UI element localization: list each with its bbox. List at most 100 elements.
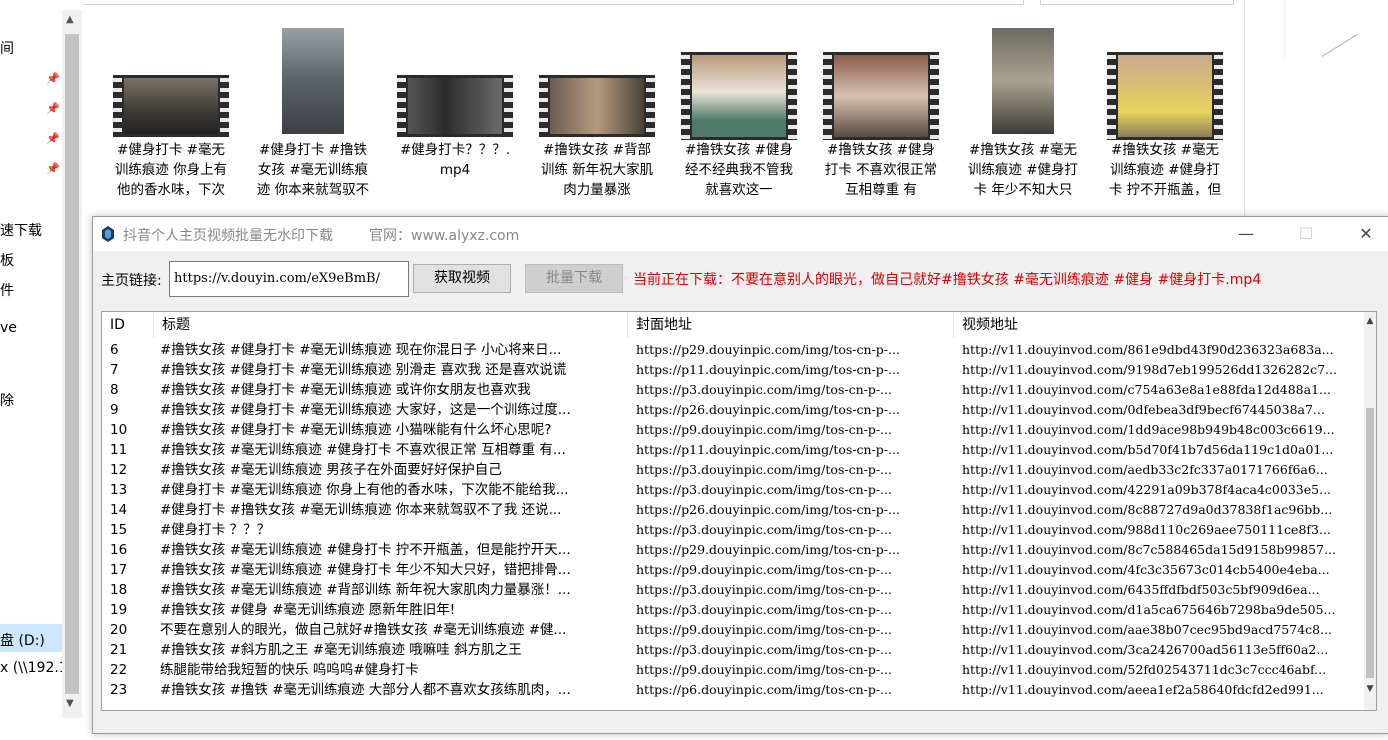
table-row[interactable]: 21 #撸铁女孩 #斜方肌之王 #毫无训练痕迹 哦嘛哇 斜方肌之王 https://…	[102, 640, 1364, 660]
row-video-url: http://v11.douyinvod.com/0dfebea3df9becf…	[962, 402, 1325, 417]
minimize-button[interactable]: —	[1223, 221, 1269, 247]
file-name: #撸铁女孩 #健身经不经典我不管我就喜欢这一	[685, 142, 793, 198]
file-name: #撸铁女孩 #毫无训练痕迹 #健身打卡 拧不开瓶盖，但是能拧	[1108, 142, 1222, 198]
row-cover-url: https://p3.douyinpic.com/img/tos-cn-p-..…	[636, 602, 892, 617]
table-row[interactable]: 20 不要在意别人的眼光，做自己就好#撸铁女孩 #毫无训练痕迹 #健... http…	[102, 620, 1364, 640]
file-item[interactable]: #撸铁女孩 #背部训练 新年祝大家肌肉力量暴涨	[532, 28, 662, 202]
table-row[interactable]: 16 #撸铁女孩 #毫无训练痕迹 #健身打卡 拧不开瓶盖，但是能拧开天... htt…	[102, 540, 1364, 560]
row-cover-url: https://p29.douyinpic.com/img/tos-cn-p-.…	[636, 542, 900, 557]
nav-item[interactable]: 间	[0, 38, 14, 58]
video-thumbnail	[681, 52, 797, 140]
scroll-down-icon[interactable]: ▼	[1364, 684, 1376, 694]
column-header-title[interactable]: 标题	[154, 312, 628, 338]
table-row[interactable]: 15 #健身打卡 ？？？ https://p3.douyinpic.com/img/…	[102, 520, 1364, 540]
file-item[interactable]: #健身打卡？？？.mp4	[390, 28, 520, 202]
row-id: 11	[110, 442, 128, 458]
video-list-table[interactable]: ID 标题 封面地址 视频地址 6 #撸铁女孩 #健身打卡 #毫无训练痕迹 现在你…	[101, 311, 1377, 711]
file-item[interactable]: #健身打卡 #撸铁女孩 #毫无训练痕迹 你本来就驾驭不了我 还说	[248, 28, 378, 202]
search-box[interactable]	[1040, 0, 1234, 5]
file-item[interactable]: #撸铁女孩 #健身打卡 不喜欢很正常 互相尊重 有	[816, 28, 946, 202]
row-cover-url: https://p9.douyinpic.com/img/tos-cn-p-..…	[636, 622, 892, 637]
nav-item-drive-d[interactable]: 盘 (D:)	[0, 630, 45, 650]
file-name: #撸铁女孩 #健身打卡 不喜欢很正常 互相尊重 有	[824, 142, 938, 198]
row-cover-url: https://p9.douyinpic.com/img/tos-cn-p-..…	[636, 562, 892, 577]
downloader-window: 抖音个人主页视频批量无水印下载 官网：www.alyxz.com — ☐ ✕ 主…	[92, 216, 1388, 734]
row-title: #健身打卡 #撸铁女孩 #毫无训练痕迹 你本来就驾驭不了我 还说...	[160, 502, 562, 518]
table-row[interactable]: 11 #撸铁女孩 #毫无训练痕迹 #健身打卡 不喜欢很正常 互相尊重 有... ht…	[102, 440, 1364, 460]
nav-item[interactable]: 板	[0, 250, 14, 270]
row-title: #撸铁女孩 #毫无训练痕迹 男孩子在外面要好好保护自己	[160, 462, 502, 478]
fetch-videos-button[interactable]: 获取视频	[413, 264, 511, 293]
row-video-url: http://v11.douyinvod.com/42291a09b378f4a…	[962, 482, 1332, 497]
table-row[interactable]: 19 #撸铁女孩 #健身 #毫无训练痕迹 愿新年胜旧年! https://p3.do…	[102, 600, 1364, 620]
row-cover-url: https://p11.douyinpic.com/img/tos-cn-p-.…	[636, 362, 900, 377]
table-header: ID 标题 封面地址 视频地址	[102, 312, 1364, 338]
row-id: 14	[110, 502, 128, 518]
table-row[interactable]: 6 #撸铁女孩 #健身打卡 #毫无训练痕迹 现在你混日子 小心将来日... http…	[102, 340, 1364, 360]
website-label: 官网：www.alyxz.com	[369, 228, 520, 244]
scroll-thumb[interactable]	[65, 34, 79, 694]
video-thumbnail	[397, 75, 513, 137]
row-id: 22	[110, 662, 128, 678]
pin-icon: 📌	[46, 102, 60, 115]
table-row[interactable]: 17 #撸铁女孩 #毫无训练痕迹 #健身打卡 年少不知大只好，错把排骨... htt…	[102, 560, 1364, 580]
column-header-cover[interactable]: 封面地址	[628, 312, 954, 338]
column-header-id[interactable]: ID	[102, 312, 154, 338]
file-name: #撸铁女孩 #背部训练 新年祝大家肌肉力量暴涨	[540, 142, 654, 198]
row-video-url: http://v11.douyinvod.com/8c7c588465da15d…	[962, 542, 1336, 557]
nav-item-network[interactable]: x (\\192.1	[0, 660, 68, 676]
table-row[interactable]: 9 #撸铁女孩 #健身打卡 #毫无训练痕迹 大家好，这是一个训练过度... http…	[102, 400, 1364, 420]
row-video-url: http://v11.douyinvod.com/9198d7eb199526d…	[962, 362, 1337, 377]
scroll-up-icon[interactable]: ▲	[66, 14, 74, 25]
nav-scrollbar[interactable]: ▲ ▼	[62, 10, 82, 718]
batch-download-button[interactable]: 批量下载	[525, 264, 623, 293]
table-row[interactable]: 10 #撸铁女孩 #健身打卡 #毫无训练痕迹 小猫咪能有什么坏心思呢? https:…	[102, 420, 1364, 440]
table-row[interactable]: 14 #健身打卡 #撸铁女孩 #毫无训练痕迹 你本来就驾驭不了我 还说... htt…	[102, 500, 1364, 520]
row-video-url: http://v11.douyinvod.com/52fd02543711dc3…	[962, 662, 1327, 677]
address-bar[interactable]	[22, 0, 1024, 5]
row-video-url: http://v11.douyinvod.com/6435ffdfbdf503c…	[962, 582, 1320, 597]
scroll-up-icon[interactable]: ▲	[1364, 316, 1376, 326]
window-title: 抖音个人主页视频批量无水印下载	[123, 228, 333, 244]
row-video-url: http://v11.douyinvod.com/4fc3c35673c014c…	[962, 562, 1330, 577]
row-id: 6	[110, 342, 119, 358]
row-id: 20	[110, 622, 128, 638]
video-thumbnail	[1107, 52, 1223, 140]
navigation-pane: 间 📌 📌 📌 📌 速下载 板 件 ve 除 盘 (D:) x (\\192.1…	[0, 0, 84, 740]
table-row[interactable]: 23 #撸铁女孩 #撸铁 #毫无训练痕迹 大部分人都不喜欢女孩练肌肉，... htt…	[102, 680, 1364, 700]
row-title: #健身打卡 #毫无训练痕迹 你身上有他的香水味，下次能不能给我...	[160, 482, 569, 498]
nav-item[interactable]: 速下载	[0, 220, 42, 240]
video-thumbnail	[539, 75, 655, 137]
file-item[interactable]: #撸铁女孩 #毫无训练痕迹 #健身打卡 年少不知大只好，错把排	[958, 28, 1088, 202]
table-row[interactable]: 7 #撸铁女孩 #健身打卡 #毫无训练痕迹 别滑走 喜欢我 还是喜欢说谎 https…	[102, 360, 1364, 380]
file-item[interactable]: #健身打卡 #毫无训练痕迹 你身上有他的香水味，下次能不能给	[106, 28, 236, 202]
file-name: #健身打卡 #撸铁女孩 #毫无训练痕迹 你本来就驾驭不了我 还说	[256, 142, 370, 198]
row-cover-url: https://p3.douyinpic.com/img/tos-cn-p-..…	[636, 462, 892, 477]
table-scrollbar[interactable]: ▲ ▼	[1364, 312, 1376, 710]
table-row[interactable]: 13 #健身打卡 #毫无训练痕迹 你身上有他的香水味，下次能不能给我... http…	[102, 480, 1364, 500]
column-header-video[interactable]: 视频地址	[954, 312, 1364, 338]
file-item[interactable]: #撸铁女孩 #健身经不经典我不管我就喜欢这一	[674, 28, 804, 202]
row-id: 16	[110, 542, 128, 558]
explorer-edge	[1244, 0, 1245, 218]
table-row[interactable]: 12 #撸铁女孩 #毫无训练痕迹 男孩子在外面要好好保护自己 https://p3.…	[102, 460, 1364, 480]
maximize-button[interactable]: ☐	[1283, 221, 1329, 247]
title-bar[interactable]: 抖音个人主页视频批量无水印下载 官网：www.alyxz.com — ☐ ✕	[93, 217, 1388, 251]
table-row[interactable]: 8 #撸铁女孩 #健身打卡 #毫无训练痕迹 或许你女朋友也喜欢我 https://p…	[102, 380, 1364, 400]
scroll-thumb[interactable]	[1366, 408, 1374, 678]
nav-item[interactable]: ve	[0, 320, 17, 336]
row-title: #撸铁女孩 #毫无训练痕迹 #健身打卡 不喜欢很正常 互相尊重 有...	[160, 442, 566, 458]
row-video-url: http://v11.douyinvod.com/c754a63e8a1e88f…	[962, 382, 1331, 397]
table-row[interactable]: 22 练腿能带给我短暂的快乐 呜呜呜#健身打卡 https://p9.douyinp…	[102, 660, 1364, 680]
nav-item[interactable]: 件	[0, 280, 14, 300]
table-row[interactable]: 18 #撸铁女孩 #毫无训练痕迹 #背部训练 新年祝大家肌肉力量暴涨！... htt…	[102, 580, 1364, 600]
video-thumbnail	[823, 52, 939, 140]
url-label: 主页链接:	[101, 273, 162, 289]
close-button[interactable]: ✕	[1343, 221, 1388, 247]
scroll-down-icon[interactable]: ▼	[66, 698, 74, 709]
row-title: #撸铁女孩 #撸铁 #毫无训练痕迹 大部分人都不喜欢女孩练肌肉，...	[160, 682, 571, 698]
nav-item[interactable]: 除	[0, 390, 14, 410]
table-body: 6 #撸铁女孩 #健身打卡 #毫无训练痕迹 现在你混日子 小心将来日... http…	[102, 340, 1364, 700]
url-input[interactable]: https://v.douyin.com/eX9eBmB/	[169, 261, 409, 297]
file-item[interactable]: #撸铁女孩 #毫无训练痕迹 #健身打卡 拧不开瓶盖，但是能拧	[1100, 28, 1230, 202]
